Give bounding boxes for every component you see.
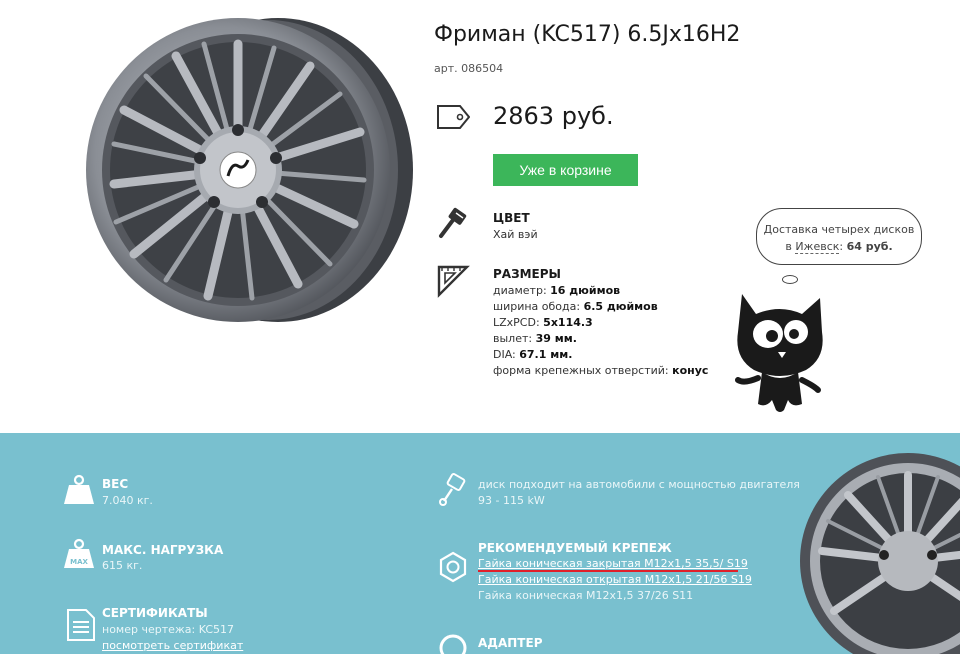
- delivery-bubble: Доставка четырех дисков в Ижевск: 64 руб…: [756, 208, 922, 265]
- fastener-link-closed[interactable]: Гайка коническая закрытая M12x1,5 35,5/ …: [478, 557, 748, 570]
- view-certificate-link[interactable]: посмотреть сертификат: [102, 639, 243, 652]
- wheel-decor-image: [800, 453, 960, 654]
- size-offset: вылет: 39 мм.: [493, 332, 577, 345]
- fasteners-heading: РЕКОМЕНДУЕМЫЙ КРЕПЕЖ: [478, 541, 672, 555]
- hex-nut-icon: [439, 551, 467, 583]
- max-load-weight-icon: MAX: [64, 538, 94, 568]
- product-sku: арт. 086504: [434, 62, 504, 75]
- size-rim-width: ширина обода: 6.5 дюймов: [493, 300, 658, 313]
- size-dia: DIA: 67.1 мм.: [493, 348, 573, 361]
- cat-mascot-image: [735, 294, 823, 412]
- weight-icon: [64, 474, 94, 504]
- paint-brush-icon: [439, 207, 467, 238]
- max-load-heading: МАКС. НАГРУЗКА: [102, 543, 224, 557]
- product-section: Фриман (KC517) 6.5Jx16H2 арт. 086504 286…: [0, 0, 960, 433]
- details-panel: ВЕС 7.040 кг. MAX МАКС. НАГРУЗКА 615 кг.…: [0, 433, 960, 654]
- triangle-ruler-icon: [437, 265, 470, 298]
- power-line1: диск подходит на автомобили с мощностью …: [478, 478, 800, 491]
- highlight-underline: [478, 570, 738, 572]
- color-value: Хай вэй: [493, 228, 538, 241]
- fastener-link-open[interactable]: Гайка коническая открытая M12x1,5 21/56 …: [478, 573, 752, 586]
- wheel-product-image: [86, 18, 413, 322]
- product-title: Фриман (KC517) 6.5Jx16H2: [434, 22, 741, 47]
- size-pcd: LZxPCD: 5x114.3: [493, 316, 593, 329]
- document-icon: [67, 609, 95, 641]
- adapter-ring-icon: [439, 634, 467, 654]
- price-tag-icon: [437, 105, 470, 129]
- adapter-heading: АДАПТЕР: [478, 636, 543, 650]
- thought-dot: [782, 275, 798, 284]
- delivery-line1: Доставка четырех дисков: [763, 223, 915, 236]
- delivery-price: 64 руб.: [846, 240, 893, 253]
- product-price: 2863 руб.: [493, 102, 614, 130]
- max-load-value: 615 кг.: [102, 559, 143, 572]
- delivery-city-link[interactable]: Ижевск: [795, 240, 840, 254]
- color-heading: ЦВЕТ: [493, 211, 530, 225]
- sizes-heading: РАЗМЕРЫ: [493, 267, 561, 281]
- in-cart-button[interactable]: Уже в корзине: [493, 154, 638, 186]
- piston-icon: [439, 473, 466, 506]
- certificates-heading: СЕРТИФИКАТЫ: [102, 606, 208, 620]
- fastener-plain: Гайка коническая M12x1,5 37/26 S11: [478, 589, 694, 602]
- size-hole-shape: форма крепежных отверстий: конус: [493, 364, 709, 377]
- power-line2: 93 - 115 kW: [478, 494, 545, 507]
- drawing-number: номер чертежа: KC517: [102, 623, 235, 636]
- max-load-icon-label: MAX: [70, 558, 88, 566]
- delivery-line2: в Ижевск: 64 руб.: [785, 240, 893, 254]
- weight-heading: ВЕС: [102, 477, 129, 491]
- size-diameter: диаметр: 16 дюймов: [493, 284, 621, 297]
- weight-value: 7.040 кг.: [102, 494, 153, 507]
